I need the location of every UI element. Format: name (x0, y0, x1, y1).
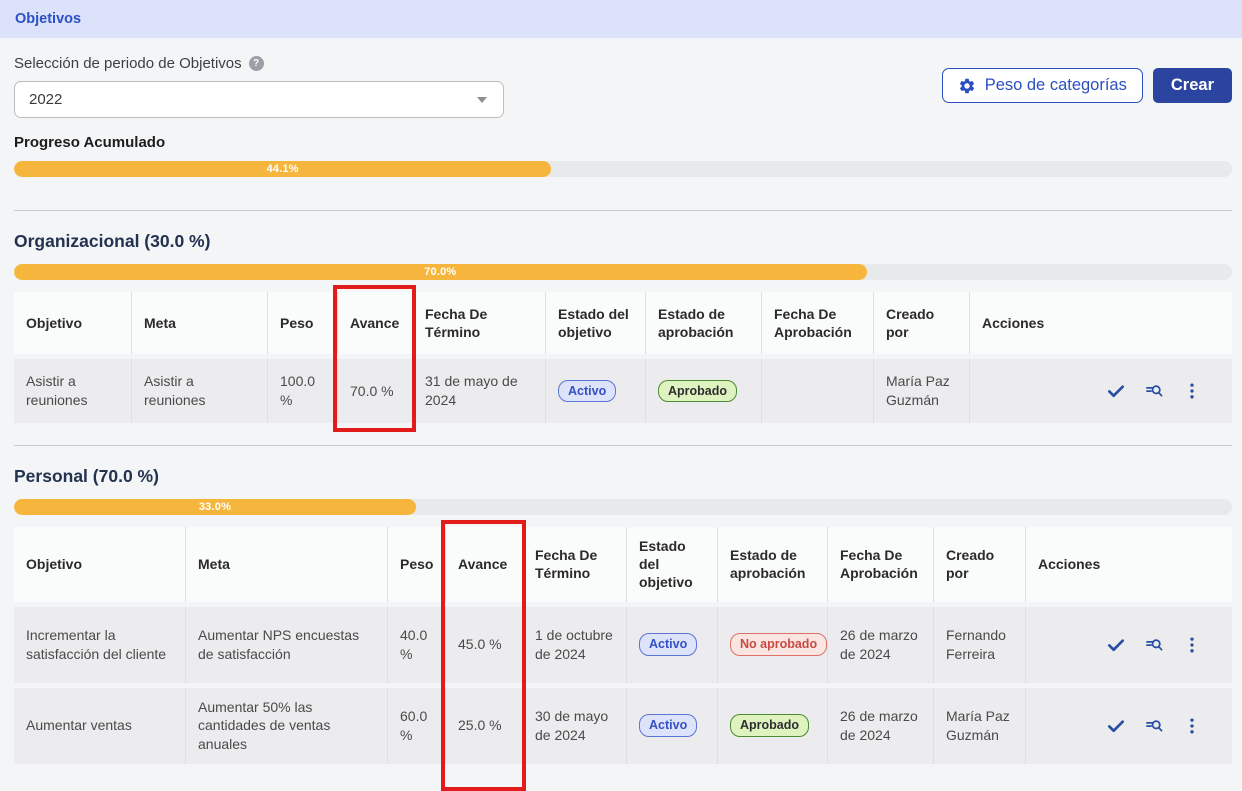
review-search-icon[interactable] (1144, 635, 1164, 655)
col-header-acciones: Acciones (1025, 527, 1232, 602)
accumulated-progress-fill: 44.1% (14, 161, 551, 177)
approval-badge-approved: Aprobado (658, 380, 737, 403)
cell-estado-aprobacion: No aprobado (717, 607, 827, 683)
col-header-peso: Peso (267, 292, 337, 354)
period-controls: Selección de periodo de Objetivos ? 2022… (14, 55, 1232, 118)
gear-icon (958, 77, 976, 95)
col-header-estado-aprobacion: Estado de aprobación (645, 292, 761, 354)
review-search-icon[interactable] (1144, 381, 1164, 401)
organizacional-table: Objetivo Meta Peso Avance Fecha De Térmi… (14, 287, 1232, 428)
organizacional-table-wrap: Objetivo Meta Peso Avance Fecha De Térmi… (14, 287, 1232, 428)
category-weights-button[interactable]: Peso de categorías (942, 68, 1143, 103)
col-header-creado-por: Creado por (933, 527, 1025, 602)
col-header-objetivo: Objetivo (14, 527, 185, 602)
col-header-acciones: Acciones (969, 292, 1232, 354)
table-header-row: Objetivo Meta Peso Avance Fecha De Térmi… (14, 292, 1232, 354)
section-divider (14, 445, 1232, 446)
approve-check-icon[interactable] (1106, 635, 1126, 655)
col-header-estado-objetivo: Estado del objetivo (626, 527, 717, 602)
col-header-estado-aprobacion: Estado de aprobación (717, 527, 827, 602)
personal-table: Objetivo Meta Peso Avance Fecha De Térmi… (14, 522, 1232, 769)
cell-fecha-termino: 31 de mayo de 2024 (412, 359, 545, 423)
col-header-fecha-aprobacion: Fecha De Aprobación (827, 527, 933, 602)
col-header-avance: Avance (445, 527, 522, 602)
personal-progress-value: 33.0% (199, 501, 231, 513)
approval-badge-not-approved: No aprobado (730, 633, 827, 656)
cell-fecha-aprobacion: 26 de marzo de 2024 (827, 607, 933, 683)
status-badge-active: Activo (639, 633, 697, 656)
cell-avance: 45.0 % (445, 607, 522, 683)
cell-peso: 40.0 % (387, 607, 445, 683)
table-row: Asistir a reuniones Asistir a reuniones … (14, 359, 1232, 423)
more-options-kebab-icon[interactable] (1182, 635, 1202, 655)
cell-estado-objetivo: Activo (626, 607, 717, 683)
personal-progress-fill: 33.0% (14, 499, 416, 515)
toolbar: Peso de categorías Crear (942, 68, 1232, 103)
period-select-label-text: Selección de periodo de Objetivos (14, 55, 242, 72)
cell-fecha-aprobacion (761, 359, 873, 423)
organizacional-progress-value: 70.0% (424, 266, 456, 278)
table-row: Incrementar la satisfacción del cliente … (14, 607, 1232, 683)
cell-objetivo: Asistir a reuniones (14, 359, 131, 423)
section-title-personal: Personal (70.0 %) (14, 466, 1232, 487)
cell-avance: 70.0 % (337, 359, 412, 423)
col-header-creado-por: Creado por (873, 292, 969, 354)
col-header-avance: Avance (337, 292, 412, 354)
accumulated-progress-value: 44.1% (266, 163, 298, 175)
more-options-kebab-icon[interactable] (1182, 381, 1202, 401)
col-header-objetivo: Objetivo (14, 292, 131, 354)
cell-objetivo: Incrementar la satisfacción del cliente (14, 607, 185, 683)
col-header-peso: Peso (387, 527, 445, 602)
col-header-meta: Meta (131, 292, 267, 354)
create-button[interactable]: Crear (1153, 68, 1232, 103)
cell-peso: 100.0 % (267, 359, 337, 423)
cell-acciones (1025, 607, 1232, 683)
organizacional-progress-bar: 70.0% (14, 264, 1232, 280)
help-icon[interactable]: ? (249, 56, 264, 71)
personal-table-wrap: Objetivo Meta Peso Avance Fecha De Térmi… (14, 522, 1232, 769)
section-divider (14, 210, 1232, 211)
col-header-fecha-termino: Fecha De Término (522, 527, 626, 602)
page-title: Objetivos (0, 0, 1242, 38)
col-header-meta: Meta (185, 527, 387, 602)
cell-acciones (969, 359, 1232, 423)
category-weights-label: Peso de categorías (985, 76, 1127, 95)
accumulated-progress-title: Progreso Acumulado (14, 134, 1232, 151)
col-header-fecha-aprobacion: Fecha De Aprobación (761, 292, 873, 354)
col-header-estado-objetivo: Estado del objetivo (545, 292, 645, 354)
section-title-organizacional: Organizacional (30.0 %) (14, 231, 1232, 252)
approve-check-icon[interactable] (1106, 381, 1126, 401)
cell-estado-aprobacion: Aprobado (645, 359, 761, 423)
cell-estado-objetivo: Activo (545, 359, 645, 423)
cell-meta: Asistir a reuniones (131, 359, 267, 423)
table-header-row: Objetivo Meta Peso Avance Fecha De Térmi… (14, 527, 1232, 602)
personal-progress-bar: 33.0% (14, 499, 1232, 515)
cell-creado-por: María Paz Guzmán (873, 359, 969, 423)
cell-fecha-termino: 1 de octubre de 2024 (522, 607, 626, 683)
organizacional-progress-fill: 70.0% (14, 264, 867, 280)
chevron-down-icon (477, 97, 487, 103)
cell-meta: Aumentar NPS encuestas de satisfacción (185, 607, 387, 683)
cell-creado-por: Fernando Ferreira (933, 607, 1025, 683)
status-badge-active: Activo (558, 380, 616, 403)
period-select-value: 2022 (29, 91, 62, 108)
accumulated-progress-bar: 44.1% (14, 161, 1232, 177)
period-select[interactable]: 2022 (14, 81, 504, 118)
col-header-fecha-termino: Fecha De Término (412, 292, 545, 354)
